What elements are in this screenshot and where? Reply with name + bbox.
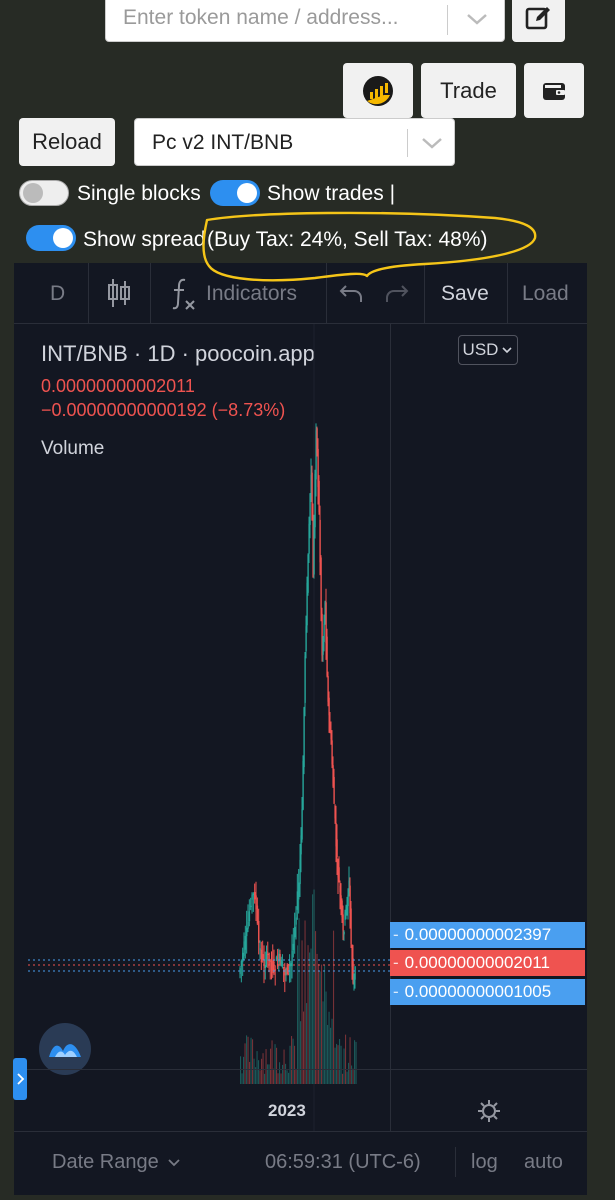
- logo-button[interactable]: [39, 1023, 91, 1075]
- candlesticks: [239, 423, 356, 993]
- footer-border: [14, 1131, 587, 1132]
- pair-select[interactable]: Pc v2 INT/BNB: [134, 118, 455, 166]
- trade-button[interactable]: Trade: [421, 63, 516, 118]
- time-axis-label: 2023: [268, 1101, 306, 1120]
- single-blocks-toggle[interactable]: [19, 180, 69, 206]
- chart-icon: [363, 75, 393, 106]
- reload-label: Reload: [32, 129, 102, 154]
- annotation-scribble: [202, 211, 537, 282]
- chart-grid: [313, 324, 315, 1131]
- currency-label: USD: [462, 340, 499, 359]
- chevron-down-icon: [168, 1158, 180, 1166]
- log-button[interactable]: log: [471, 1151, 498, 1174]
- candles-icon[interactable]: [106, 277, 132, 309]
- chart-widget[interactable]: D Indicators Save Load INT/BNB · 1D · po…: [14, 263, 587, 1195]
- currency-select[interactable]: USD: [458, 335, 518, 365]
- show-trades-label: Show trades |: [267, 182, 396, 205]
- show-spread-label: Show spread: [83, 228, 206, 251]
- chevron-down-icon: [502, 347, 513, 354]
- gear-icon[interactable]: [477, 1099, 501, 1123]
- time-axis-border: [14, 1069, 587, 1070]
- chevron-down-icon[interactable]: [464, 9, 490, 29]
- price-tag-spread-low: -0.00000000001005: [390, 979, 585, 1005]
- sidebar-chevron-icon: [17, 1073, 25, 1085]
- date-range-button[interactable]: Date Range: [52, 1151, 181, 1174]
- show-spread-toggle[interactable]: [26, 225, 76, 251]
- interval-button[interactable]: D: [50, 282, 65, 306]
- price-chart[interactable]: [14, 324, 390, 1131]
- single-blocks-label: Single blocks: [77, 182, 201, 205]
- select-divider: [447, 5, 448, 35]
- price-tag-last: -0.00000000002011: [390, 950, 585, 976]
- show-trades-toggle[interactable]: [210, 180, 260, 206]
- price-tag-spread-high: -0.00000000002397: [390, 922, 585, 948]
- reload-button[interactable]: Reload: [19, 118, 115, 166]
- sidebar-toggle[interactable]: [13, 1058, 27, 1100]
- wallet-button[interactable]: [524, 63, 584, 118]
- pair-select-value: Pc v2 INT/BNB: [152, 131, 294, 154]
- trade-label: Trade: [440, 77, 497, 103]
- edit-button[interactable]: [512, 0, 565, 42]
- fx-icon[interactable]: [171, 277, 197, 311]
- date-range-label: Date Range: [52, 1151, 159, 1173]
- wallet-icon: [543, 82, 565, 100]
- edit-icon: [525, 7, 550, 30]
- price-axis-separator: [390, 324, 391, 1131]
- chart-button[interactable]: [343, 63, 413, 118]
- select-divider: [407, 129, 408, 157]
- logo-icon: [49, 1044, 81, 1057]
- search-input[interactable]: [106, 0, 436, 41]
- chevron-down-icon[interactable]: [419, 133, 445, 153]
- clock-label[interactable]: 06:59:31 (UTC-6): [265, 1151, 421, 1174]
- token-search[interactable]: [105, 0, 505, 42]
- auto-button[interactable]: auto: [524, 1151, 563, 1174]
